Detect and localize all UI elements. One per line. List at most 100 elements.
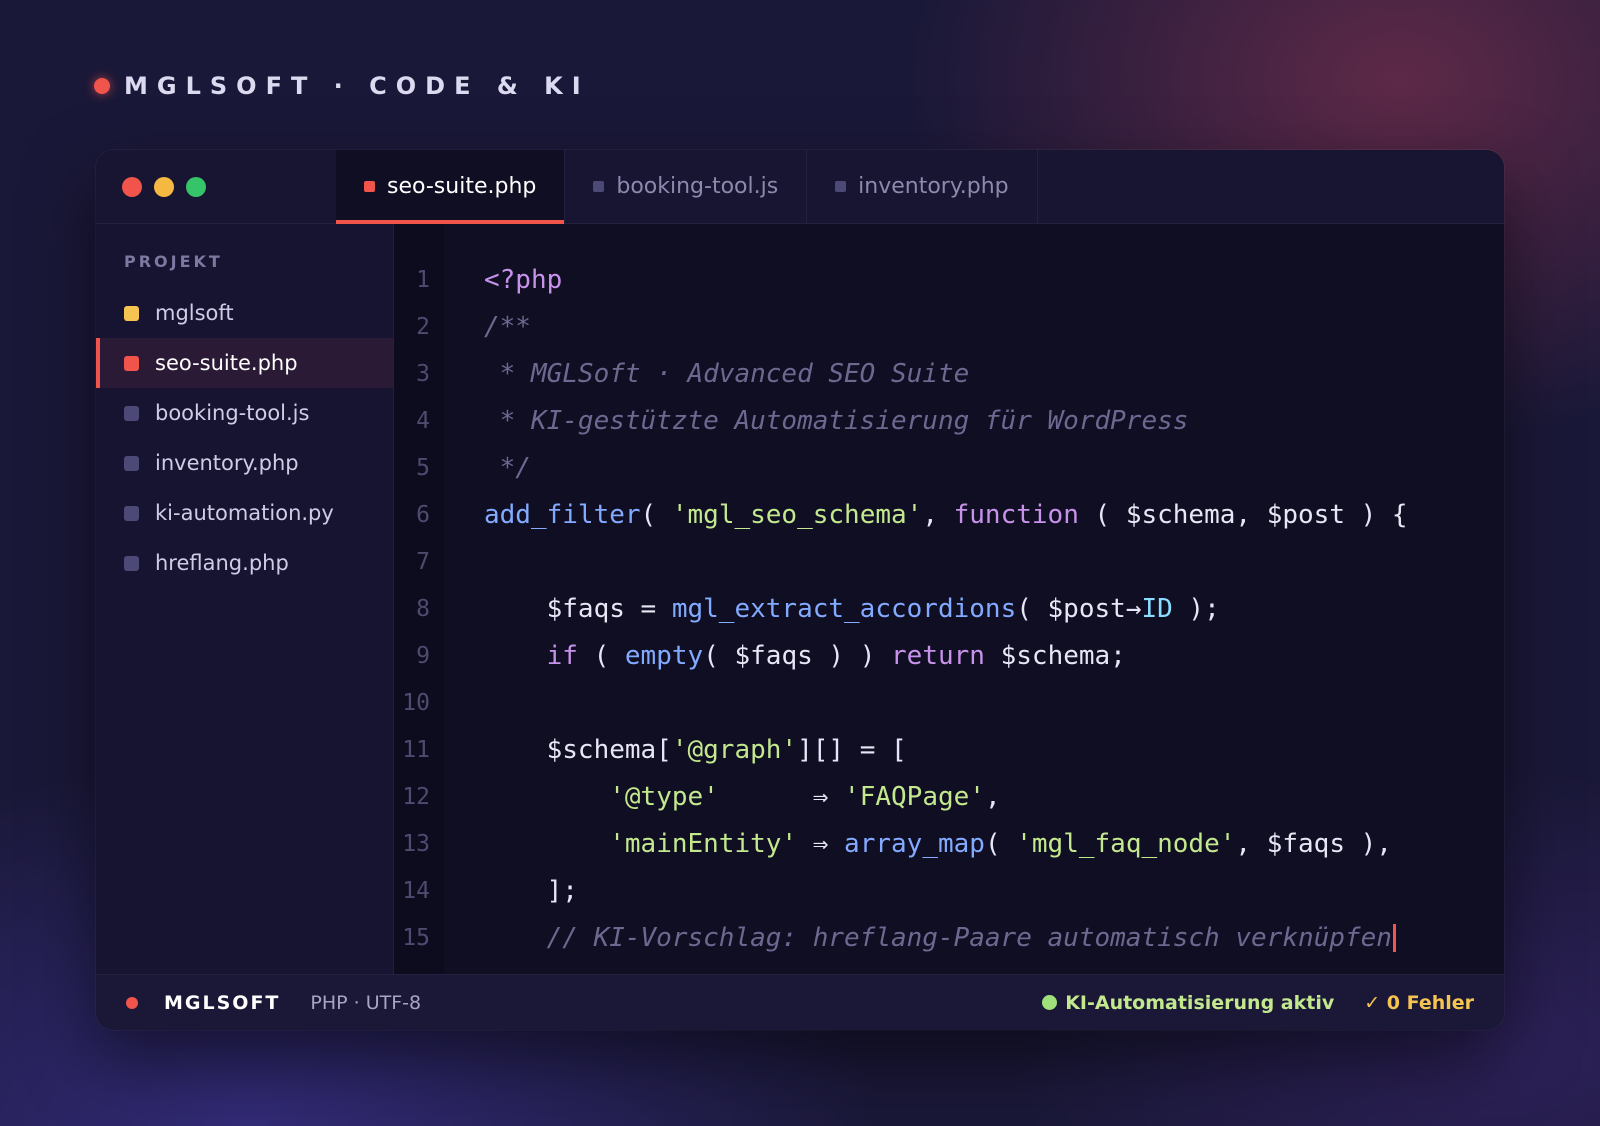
tab-booking-tool[interactable]: booking-tool.js	[565, 150, 808, 223]
status-bar: MGLSOFT PHP · UTF-8 KI-Automatisierung a…	[96, 974, 1504, 1030]
sidebar-item-ki-automation[interactable]: ki-automation.py	[96, 488, 393, 538]
sidebar-item-hreflang[interactable]: hreflang.php	[96, 538, 393, 588]
file-icon	[835, 181, 847, 192]
code-token: $schema[	[484, 734, 672, 765]
code-text: <?php	[484, 265, 562, 295]
code-line[interactable]: 12 '@type' ⇒ 'FAQPage',	[394, 773, 1504, 820]
brand-header: MGLSOFT · CODE & KI	[94, 68, 590, 104]
project-sidebar: PROJEKT mglsoft seo-suite.php booking-to…	[96, 224, 394, 974]
minimize-window-button[interactable]	[154, 176, 174, 197]
line-number: 13	[402, 830, 430, 857]
code-token: add_filter	[484, 499, 641, 530]
tab-seo-suite[interactable]: seo-suite.php	[336, 150, 566, 224]
line-number: 12	[402, 783, 430, 810]
line-number: 11	[402, 736, 430, 763]
editor-window: seo-suite.php booking-tool.js inventory.…	[96, 150, 1504, 1030]
tab-label: booking-tool.js	[616, 174, 779, 199]
sidebar-item-inventory[interactable]: inventory.php	[96, 438, 393, 488]
code-token: 'FAQPage'	[844, 781, 985, 812]
code-token: ( $schema, $post ) {	[1078, 499, 1408, 530]
code-token: function	[953, 499, 1079, 530]
code-token: 'mgl_faq_node'	[1016, 828, 1236, 859]
line-number: 5	[416, 454, 430, 481]
code-token: ,	[922, 499, 954, 530]
code-line[interactable]: 5 */	[394, 444, 1504, 491]
brand-title: MGLSOFT · CODE & KI	[124, 72, 590, 100]
code-token: '@graph'	[671, 734, 798, 765]
code-token: ⇒	[797, 828, 845, 859]
code-token: $schema;	[984, 640, 1126, 671]
sidebar-item-label: seo-suite.php	[155, 351, 298, 375]
sidebar-item-seo-suite[interactable]: seo-suite.php	[96, 338, 393, 388]
line-number: 1	[416, 266, 430, 293]
code-line[interactable]: 3 * MGLSoft · Advanced SEO Suite	[394, 350, 1504, 397]
line-number: 7	[416, 548, 430, 575]
code-text: 'mainEntity' ⇒ array_map( 'mgl_faq_node'…	[484, 829, 1392, 859]
maximize-window-button[interactable]	[186, 176, 206, 197]
code-token: (	[984, 828, 1017, 859]
line-number: 6	[416, 501, 430, 528]
file-icon	[124, 555, 139, 571]
code-token: );	[1172, 593, 1220, 624]
tab-label: seo-suite.php	[387, 174, 537, 199]
code-editor[interactable]: 1 <?php 2 /** 3 * MGLSoft · Advanced SEO Sui…	[394, 224, 1504, 974]
file-icon	[124, 455, 139, 471]
code-token: '@type'	[609, 781, 719, 812]
line-number: 8	[416, 595, 430, 622]
line-number: 3	[416, 360, 430, 387]
code-text: /**	[484, 312, 531, 342]
line-number: 4	[416, 407, 430, 434]
code-text: // KI-Vorschlag: hreflang-Paare automati…	[484, 923, 1396, 953]
code-token: if	[546, 640, 578, 671]
tab-inventory[interactable]: inventory.php	[807, 150, 1038, 223]
code-token: 'mgl_seo_schema'	[671, 499, 923, 530]
ai-status-label: KI-Automatisierung aktiv	[1065, 991, 1335, 1014]
code-line[interactable]: 13 'mainEntity' ⇒ array_map( 'mgl_faq_no…	[394, 820, 1504, 867]
status-ok-icon	[1042, 995, 1058, 1010]
code-token: 'mainEntity'	[609, 828, 798, 859]
file-icon	[124, 355, 139, 371]
close-window-button[interactable]	[122, 176, 142, 197]
code-line[interactable]: 15 // KI-Vorschlag: hreflang-Paare autom…	[394, 914, 1504, 961]
code-token: $faqs =	[484, 593, 672, 624]
code-line[interactable]: 6 add_filter( 'mgl_seo_schema', function …	[394, 491, 1504, 538]
code-token: <?php	[484, 264, 563, 295]
tab-label: inventory.php	[858, 174, 1009, 199]
error-count[interactable]: ✓ 0 Fehler	[1364, 992, 1474, 1014]
code-token: array_map	[844, 828, 985, 859]
code-line[interactable]: 11 $schema['@graph'][] = [	[394, 726, 1504, 773]
code-text: add_filter( 'mgl_seo_schema', function (…	[484, 500, 1408, 530]
code-line[interactable]: 4 * KI-gestützte Automatisierung für Wor…	[394, 397, 1504, 444]
code-line[interactable]: 7	[394, 538, 1504, 585]
code-token: ];	[484, 875, 578, 906]
file-list: mglsoft seo-suite.php booking-tool.js in…	[96, 288, 393, 588]
language-encoding[interactable]: PHP · UTF-8	[310, 992, 421, 1014]
window-controls	[96, 150, 336, 223]
ai-status[interactable]: KI-Automatisierung aktiv	[1042, 992, 1334, 1014]
code-line[interactable]: 1 <?php	[394, 256, 1504, 303]
code-area[interactable]: 1 <?php 2 /** 3 * MGLSoft · Advanced SEO Sui…	[394, 256, 1504, 961]
line-number: 15	[402, 924, 430, 951]
code-text: * MGLSoft · Advanced SEO Suite	[484, 359, 970, 389]
code-token: (	[640, 499, 672, 530]
sidebar-item-mglsoft[interactable]: mglsoft	[96, 288, 393, 338]
sidebar-item-booking-tool[interactable]: booking-tool.js	[96, 388, 393, 438]
code-line[interactable]: 14 ];	[394, 867, 1504, 914]
code-token: /**	[484, 311, 531, 342]
code-token: // KI-Vorschlag: hreflang-Paare automati…	[484, 922, 1392, 953]
line-number: 10	[402, 689, 430, 716]
sidebar-item-label: ki-automation.py	[155, 501, 334, 525]
tab-bar: seo-suite.php booking-tool.js inventory.…	[96, 150, 1504, 224]
code-line[interactable]: 2 /**	[394, 303, 1504, 350]
sidebar-item-label: inventory.php	[155, 451, 299, 475]
code-token: * KI-gestützte Automatisierung für WordP…	[484, 405, 1189, 436]
code-text: '@type' ⇒ 'FAQPage',	[484, 781, 1000, 812]
code-line[interactable]: 9 if ( empty( $faqs ) ) return $schema;	[394, 632, 1504, 679]
code-token: ][] = [	[797, 734, 907, 765]
code-line[interactable]: 8 $faqs = mgl_extract_accordions( $post→…	[394, 585, 1504, 632]
code-line[interactable]: 10	[394, 679, 1504, 726]
code-token: mgl_extract_accordions	[671, 593, 1017, 624]
